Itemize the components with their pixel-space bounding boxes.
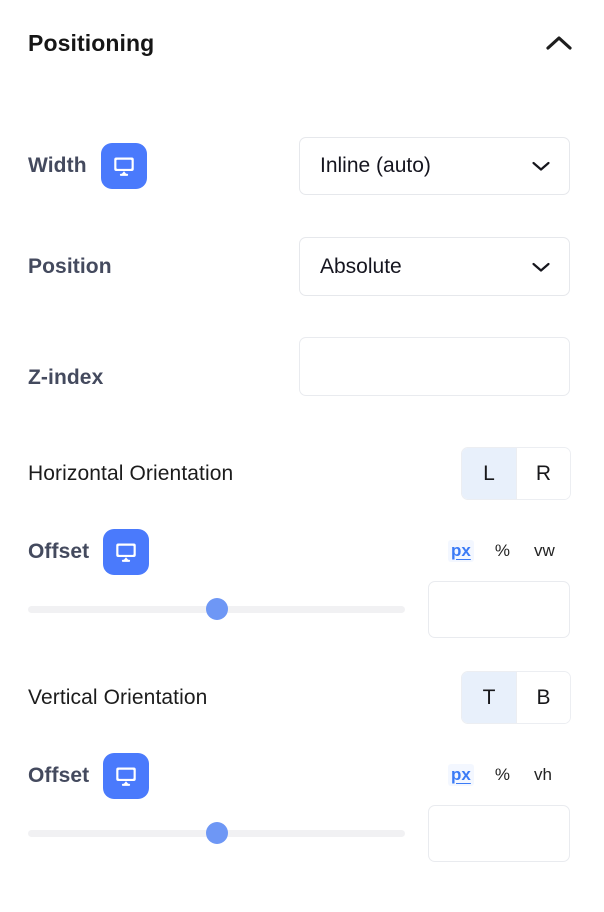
vertical-orientation-option-top[interactable]: T [462,672,516,723]
chevron-down-icon [531,261,551,273]
horizontal-orientation-option-right[interactable]: R [516,448,570,499]
vertical-offset-unit-tabs[interactable]: px % vh [448,764,555,786]
zindex-input[interactable] [299,337,570,396]
horizontal-offset-unit-px[interactable]: px [448,540,474,562]
horizontal-orientation-toggle[interactable]: L R [461,447,571,500]
horizontal-offset-slider[interactable] [28,598,405,620]
width-select-value: Inline (auto) [320,154,431,177]
vertical-offset-slider[interactable] [28,822,405,844]
vertical-offset-unit-vh[interactable]: vh [531,764,555,786]
page-title: Positioning [28,29,155,56]
horizontal-orientation-option-left[interactable]: L [462,448,516,499]
zindex-label: Z-index [28,366,104,389]
section-header: Positioning [0,0,604,86]
vertical-offset-label: Offset [28,764,90,787]
horizontal-offset-unit-percent[interactable]: % [492,540,513,562]
slider-thumb[interactable] [205,822,228,844]
horizontal-orientation-label: Horizontal Orientation [28,462,234,485]
width-label: Width [28,154,87,177]
horizontal-offset-unit-vw[interactable]: vw [531,540,558,562]
slider-thumb[interactable] [205,598,228,620]
vertical-orientation-toggle[interactable]: T B [461,671,571,724]
desktop-monitor-icon[interactable] [100,143,147,189]
vertical-offset-input[interactable] [428,805,570,862]
vertical-orientation-label: Vertical Orientation [28,686,208,709]
position-select-value: Absolute [320,254,402,278]
positioning-panel: Positioning Width Inline (auto) Position… [0,0,604,912]
width-select[interactable]: Inline (auto) [299,137,570,195]
vertical-orientation-option-bottom[interactable]: B [516,672,570,723]
horizontal-offset-unit-tabs[interactable]: px % vw [448,540,558,562]
vertical-offset-unit-px[interactable]: px [448,764,474,786]
horizontal-offset-input[interactable] [428,581,570,638]
horizontal-offset-label: Offset [28,540,90,563]
position-label: Position [28,255,112,278]
desktop-monitor-icon[interactable] [103,529,150,575]
desktop-monitor-icon[interactable] [103,753,150,799]
position-select[interactable]: Absolute [299,237,570,296]
chevron-up-icon [545,34,573,52]
chevron-down-icon [531,160,551,172]
vertical-offset-unit-percent[interactable]: % [492,764,513,786]
collapse-section-button[interactable] [542,26,576,60]
